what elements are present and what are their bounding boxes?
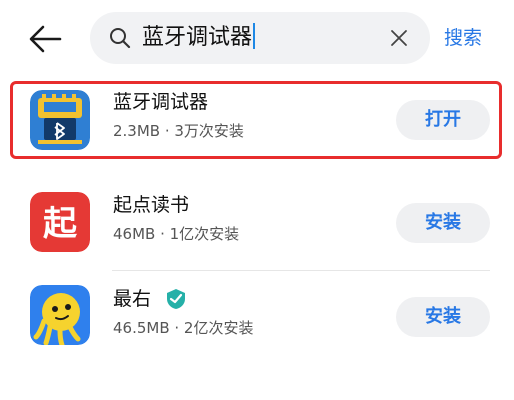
search-header: 蓝牙调试器 搜索 [0,0,514,78]
clear-search-button[interactable] [386,25,412,51]
open-button[interactable]: 打开 [396,100,490,140]
search-query-text: 蓝牙调试器 [142,25,253,50]
search-box[interactable]: 蓝牙调试器 [90,12,430,64]
app-meta: 46.5MB · 2亿次安装 [113,319,254,337]
bluetooth-debugger-icon[interactable] [30,90,90,150]
list-item[interactable]: 最右 46.5MB · 2亿次安装 安装 [0,271,514,365]
search-input[interactable]: 蓝牙调试器 [142,23,256,53]
svg-text:起: 起 [43,204,78,244]
app-name: 起点读书 [113,194,190,216]
zuiyou-icon[interactable] [30,285,90,345]
app-meta: 46MB · 1亿次安装 [113,225,240,243]
verified-shield-icon [167,289,185,309]
app-meta: 2.3MB · 3万次安装 [113,122,244,140]
install-button[interactable]: 安装 [396,297,490,337]
search-button[interactable]: 搜索 [444,24,482,52]
back-arrow-icon [29,25,62,53]
list-item[interactable]: 起 起点读书 46MB · 1亿次安装 安装 [0,177,514,271]
close-icon [391,30,407,46]
list-item[interactable]: 蓝牙调试器 2.3MB · 3万次安装 打开 [0,74,514,168]
search-icon [110,28,131,49]
install-button[interactable]: 安装 [396,203,490,243]
app-name: 蓝牙调试器 [113,91,209,113]
qidian-reader-icon[interactable]: 起 [30,192,90,252]
app-name: 最右 [113,288,152,310]
back-button[interactable] [22,18,68,60]
text-cursor [253,23,256,49]
